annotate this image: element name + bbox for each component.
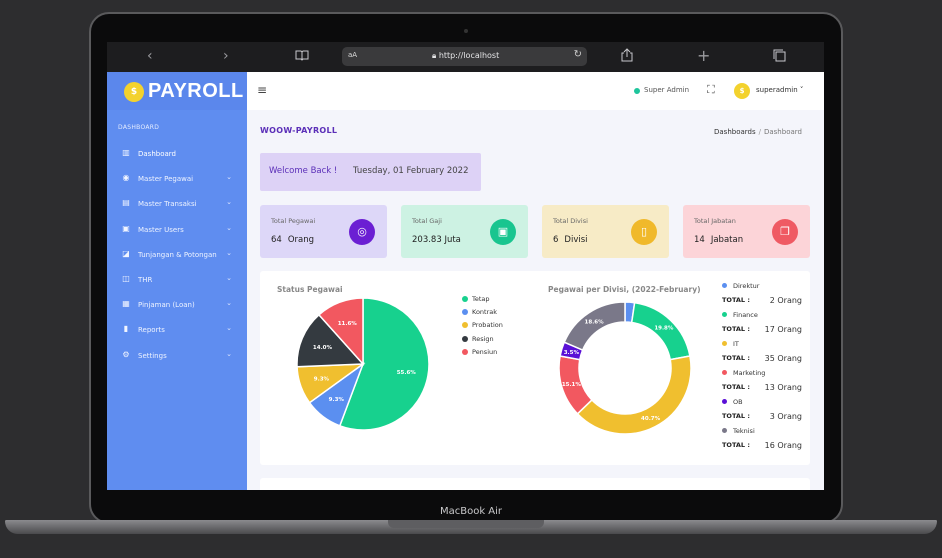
legend-dot — [462, 322, 468, 329]
slice-label-probation: 9.3% — [314, 376, 330, 382]
breadcrumb-current: Dashboard — [763, 128, 802, 136]
current-date: Tuesday, 01 February 2022 — [353, 166, 469, 176]
divisi-name: Marketing — [722, 369, 765, 377]
total-value: 3 Orang — [769, 412, 802, 421]
legend-dot — [722, 283, 727, 288]
legend-dot — [722, 428, 727, 433]
stat-title: Total Pegawai — [271, 217, 316, 225]
stat-value: 6 Divisi — [553, 235, 588, 245]
legend-label: Resign — [472, 334, 494, 343]
legend-label: Pensiun — [472, 347, 498, 356]
divisi-row-finance[interactable]: Finance TOTAL : 17 Orang — [722, 311, 802, 340]
stat-title: Total Jabatan — [694, 217, 736, 225]
page-content: WOOW-PAYROLL Dashboards / Dashboard Welcom… — [107, 42, 824, 490]
money-icon: ▣ — [490, 219, 516, 245]
legend-label: Kontrak — [472, 308, 498, 317]
legend-dot — [722, 341, 727, 346]
stat-title: Total Gaji — [412, 217, 442, 225]
total-label: TOTAL : — [722, 296, 750, 304]
legend-dot — [722, 312, 727, 317]
slice-it[interactable] — [576, 355, 692, 435]
divisi-name: Direktur — [722, 282, 759, 290]
welcome-text: Welcome Back ! — [269, 166, 338, 176]
total-value: 35 Orang — [764, 354, 802, 363]
divisi-row-ob[interactable]: OB TOTAL : 3 Orang — [722, 398, 802, 427]
total-label: TOTAL : — [722, 325, 750, 333]
total-label: TOTAL : — [722, 354, 750, 362]
stat-card-total-pegawai[interactable]: Total Pegawai 64 Orang ◎ — [260, 205, 387, 258]
status-pegawai-pie: 55.6% 9.3% 9.3% 14.0% 11.6% — [297, 298, 430, 431]
legend-item-kontrak[interactable]: Kontrak — [462, 308, 497, 317]
legend-dot — [462, 309, 468, 316]
legend-dot — [462, 335, 468, 342]
breadcrumb: Dashboards / Dashboard — [714, 128, 802, 136]
divisi-row-it[interactable]: IT TOTAL : 35 Orang — [722, 340, 802, 369]
slice-teknisi[interactable] — [563, 301, 626, 351]
total-value: 13 Orang — [764, 383, 802, 392]
divisi-name: IT — [722, 340, 739, 348]
divisi-legend: Direktur TOTAL : 2 Orang Finance TOTAL : 17 O… — [722, 282, 802, 456]
legend-item-pensiun[interactable]: Pensiun — [462, 348, 497, 357]
total-value: 17 Orang — [764, 325, 802, 334]
stat-value: 14 Jabatan — [694, 235, 744, 245]
divisi-name: OB — [722, 398, 743, 406]
slice-label-resign: 14.0% — [313, 345, 333, 351]
stat-card-total-jabatan[interactable]: Total Jabatan 14 Jabatan ❐ — [683, 205, 810, 258]
slice-label-kontrak: 9.3% — [329, 397, 345, 403]
slice-label-ob: 3.5% — [564, 350, 580, 356]
legend-dot — [722, 370, 727, 375]
stat-card-total-divisi[interactable]: Total Divisi 6 Divisi ▯ — [542, 205, 669, 258]
device-label: MacBook Air — [439, 506, 503, 517]
total-label: TOTAL : — [722, 383, 750, 391]
stat-value: 64 Orang — [271, 235, 315, 245]
slice-label-teknisi: 18.6% — [585, 319, 605, 325]
total-label: TOTAL : — [722, 412, 750, 420]
lower-panel — [260, 478, 810, 490]
divisi-name: Teknisi — [722, 427, 755, 435]
legend-dot — [462, 348, 468, 355]
stat-card-total-gaji[interactable]: Total Gaji 203.83 Juta ▣ — [401, 205, 528, 258]
camera — [464, 29, 468, 33]
total-label: TOTAL : — [722, 441, 750, 449]
total-value: 2 Orang — [769, 296, 802, 305]
legend-dot — [462, 296, 468, 302]
total-value: 16 Orang — [764, 441, 802, 450]
divisi-donut: 19.8% 40.7% 15.1% 3.5% 18.6% — [558, 301, 692, 435]
legend-item-tetap[interactable]: Tetap — [462, 295, 490, 304]
legend-label: Tetap — [472, 295, 490, 303]
welcome-banner: Welcome Back ! Tuesday, 01 February 2022 — [260, 153, 481, 191]
copy-icon: ❐ — [772, 219, 798, 245]
user-icon: ◎ — [349, 219, 375, 245]
laptop-notch — [388, 520, 544, 528]
page-title: WOOW-PAYROLL — [260, 126, 338, 135]
slice-label-pensiun: 11.6% — [338, 321, 358, 327]
slice-label-it: 40.7% — [641, 416, 661, 422]
slice-label-finance: 19.8% — [654, 326, 674, 332]
legend-dot — [722, 399, 727, 404]
stat-title: Total Divisi — [553, 217, 588, 225]
chart-title-divisi: Pegawai per Divisi, (2022-February) — [548, 285, 701, 294]
divisi-row-teknisi[interactable]: Teknisi TOTAL : 16 Orang — [722, 427, 802, 456]
bookmark-icon: ▯ — [631, 219, 657, 245]
legend-label: Probation — [472, 321, 503, 330]
divisi-name: Finance — [722, 311, 758, 319]
chart-title-status-pegawai: Status Pegawai — [277, 285, 343, 294]
divisi-row-direktur[interactable]: Direktur TOTAL : 2 Orang — [722, 282, 802, 311]
slice-label-marketing: 15.1% — [562, 382, 582, 388]
legend-item-resign[interactable]: Resign — [462, 335, 494, 344]
legend-item-probation[interactable]: Probation — [462, 321, 503, 330]
stat-value: 203.83 Juta — [412, 235, 461, 245]
divisi-row-marketing[interactable]: Marketing TOTAL : 13 Orang — [722, 369, 802, 398]
slice-label-tetap: 55.6% — [397, 370, 417, 376]
breadcrumb-link[interactable]: Dashboards — [714, 128, 756, 136]
